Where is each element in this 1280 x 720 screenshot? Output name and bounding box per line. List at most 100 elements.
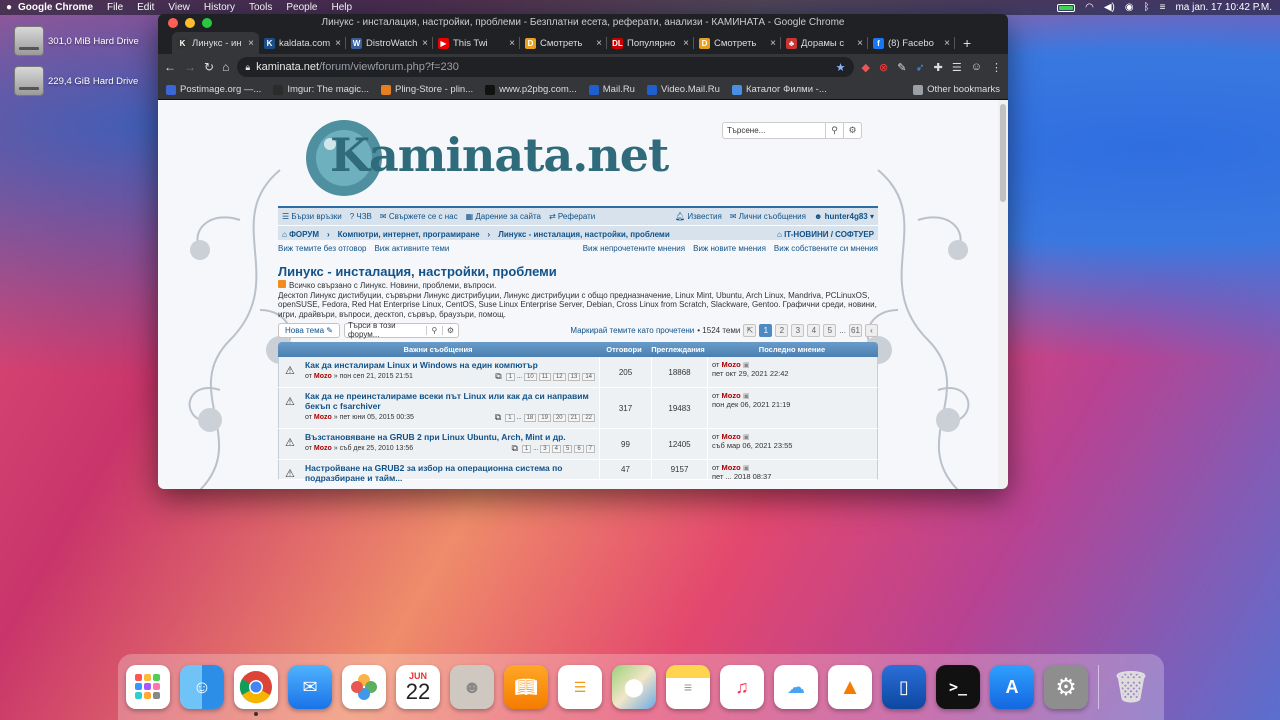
tab-9[interactable]: f (8) Facebo × bbox=[868, 32, 955, 54]
bookmark-5[interactable]: Mail.Ru bbox=[588, 84, 635, 95]
books-icon[interactable]: 📖︎ bbox=[504, 665, 548, 709]
breadcrumb-home[interactable]: ⌂ ФОРУМ bbox=[282, 230, 319, 239]
minimize-window-button[interactable] bbox=[185, 18, 195, 28]
maps-icon[interactable]: ⬤ bbox=[612, 665, 656, 709]
bookmark-1[interactable]: Postimage.org —... bbox=[166, 84, 261, 95]
topic-page-link[interactable]: 18 bbox=[523, 413, 537, 422]
topic-page-link[interactable]: 4 bbox=[551, 444, 561, 453]
donate-link[interactable]: ▦ Дарение за сайта bbox=[466, 212, 541, 221]
last-post-author[interactable]: Mozo bbox=[722, 463, 741, 472]
own-posts-link[interactable]: Виж собствените си мнения bbox=[774, 244, 878, 253]
address-bar[interactable]: 🔒︎ kaminata.net/forum/viewforum.php?f=23… bbox=[237, 57, 854, 77]
contacts-icon[interactable]: ☻ bbox=[450, 665, 494, 709]
tab-5[interactable]: D Смотреть × bbox=[520, 32, 607, 54]
topic-page-link[interactable]: 14 bbox=[582, 372, 595, 381]
last-post-author[interactable]: Mozo bbox=[722, 432, 741, 441]
breadcrumb-category[interactable]: Компютри, интернет, програмиране bbox=[338, 230, 480, 239]
back-icon[interactable]: ← bbox=[164, 60, 176, 74]
new-topic-button[interactable]: Нова тема ✎ bbox=[278, 322, 340, 338]
topic-page-link[interactable]: 13 bbox=[567, 372, 581, 381]
zoom-window-button[interactable] bbox=[202, 18, 212, 28]
last-post-author[interactable]: Mozo bbox=[722, 360, 741, 369]
tab-4[interactable]: ▶ This Twi × bbox=[433, 32, 520, 54]
close-window-button[interactable] bbox=[168, 18, 178, 28]
topic-title[interactable]: Как да не преинсталираме всеки път Linux… bbox=[305, 391, 595, 411]
topic-title[interactable]: Възстановяване на GRUB 2 при Linux Ubunt… bbox=[305, 432, 595, 442]
app-store-icon[interactable]: A bbox=[990, 665, 1034, 709]
tab-6[interactable]: DL Популярно × bbox=[607, 32, 694, 54]
tab-8[interactable]: ♣ Дорамы с × bbox=[781, 32, 868, 54]
jump-to-page-icon[interactable]: ⇱ bbox=[743, 323, 757, 337]
chrome-menu-icon[interactable]: ⋮ bbox=[991, 61, 1002, 74]
icloud-icon[interactable]: ☁ bbox=[774, 665, 818, 709]
other-bookmarks[interactable]: Other bookmarks bbox=[913, 84, 1000, 95]
calendar-icon[interactable]: JUN 22 bbox=[396, 665, 440, 709]
advanced-search-gear-icon[interactable]: ⚙ bbox=[843, 123, 861, 138]
close-tab-icon[interactable]: × bbox=[335, 38, 341, 49]
extensions-puzzle-icon[interactable]: ✚ bbox=[934, 61, 943, 74]
home-icon[interactable]: ⌂ bbox=[222, 60, 229, 74]
user-menu[interactable]: ☻ hunter4g83 ▾ bbox=[814, 212, 874, 221]
extension-icon-3[interactable]: ✎ bbox=[897, 61, 906, 74]
view-latest-icon[interactable]: ▣ bbox=[743, 362, 750, 369]
unanswered-topics-link[interactable]: Виж темите без отговор bbox=[278, 244, 366, 253]
close-tab-icon[interactable]: × bbox=[770, 38, 776, 49]
topic-page-link[interactable]: 1 bbox=[521, 444, 532, 453]
terminal-icon[interactable]: >_ bbox=[936, 665, 980, 709]
vlc-icon[interactable]: ▲ bbox=[828, 665, 872, 709]
page-last[interactable]: 61 bbox=[849, 323, 862, 337]
reading-list-icon[interactable]: ☰ bbox=[952, 61, 962, 74]
menu-help[interactable]: Help bbox=[332, 2, 353, 13]
forward-icon[interactable]: → bbox=[184, 60, 196, 74]
photos-icon[interactable] bbox=[342, 665, 386, 709]
volume-icon[interactable]: ◀) bbox=[1104, 2, 1115, 13]
close-tab-icon[interactable]: × bbox=[422, 38, 428, 49]
close-tab-icon[interactable]: × bbox=[944, 38, 950, 49]
notes-icon[interactable]: ≡ bbox=[666, 665, 710, 709]
page-4[interactable]: 4 bbox=[807, 323, 821, 337]
topic-page-link[interactable]: 12 bbox=[552, 372, 566, 381]
close-tab-icon[interactable]: × bbox=[683, 38, 689, 49]
close-tab-icon[interactable]: × bbox=[857, 38, 863, 49]
page-3[interactable]: 3 bbox=[791, 323, 805, 337]
new-posts-link[interactable]: Виж новите мнения bbox=[693, 244, 766, 253]
clock[interactable]: ma jan. 17 10:42 P.M. bbox=[1175, 2, 1272, 13]
topic-page-link[interactable]: 21 bbox=[567, 413, 581, 422]
breadcrumb-forum[interactable]: Линукс - инсталация, настройки, проблеми bbox=[498, 230, 670, 239]
extension-icon-2[interactable]: ⊗ bbox=[879, 61, 888, 74]
gear-icon[interactable]: ⚙ bbox=[441, 325, 458, 335]
menu-tools[interactable]: Tools bbox=[249, 2, 272, 13]
page-5[interactable]: 5 bbox=[823, 323, 837, 337]
launchpad-icon[interactable] bbox=[126, 665, 170, 709]
last-post-author[interactable]: Mozo bbox=[722, 391, 741, 400]
simulator-icon[interactable]: ▯ bbox=[882, 665, 926, 709]
site-logo[interactable]: Kaminata.net bbox=[330, 128, 669, 182]
reminders-icon[interactable]: ☰ bbox=[558, 665, 602, 709]
music-icon[interactable]: ♫ bbox=[720, 665, 764, 709]
bookmark-4[interactable]: www.p2pbg.com... bbox=[485, 84, 577, 95]
unread-posts-link[interactable]: Виж непрочетените мнения bbox=[583, 244, 685, 253]
extension-icon-1[interactable]: ◆ bbox=[862, 61, 870, 74]
topic-author[interactable]: Mozo bbox=[314, 414, 332, 421]
topic-page-link[interactable]: 10 bbox=[524, 372, 537, 381]
view-latest-icon[interactable]: ▣ bbox=[743, 465, 750, 472]
bookmark-7[interactable]: Каталог Филми -... bbox=[731, 84, 827, 95]
control-center-icon[interactable]: ≡ bbox=[1160, 2, 1166, 13]
topic-page-link[interactable]: 1 bbox=[505, 372, 515, 381]
extension-icon-4[interactable]: ➶ bbox=[915, 61, 924, 74]
topic-page-link[interactable]: 5 bbox=[562, 444, 573, 453]
bluetooth-icon[interactable]: ᛒ bbox=[1144, 2, 1150, 13]
window-titlebar[interactable]: Линукс - инсталация, настройки, проблеми… bbox=[158, 14, 1008, 32]
private-messages-link[interactable]: ✉ Лични съобщения bbox=[730, 212, 806, 221]
site-search-input[interactable]: Търсене... bbox=[723, 126, 825, 135]
site-search[interactable]: Търсене... ⚲ ⚙ bbox=[722, 122, 862, 139]
topic-title[interactable]: Настройване на GRUB2 за избор на операци… bbox=[305, 463, 595, 483]
page-scrollbar[interactable] bbox=[998, 100, 1008, 489]
quick-links[interactable]: ☰ Бързи връзки bbox=[282, 212, 342, 221]
topic-page-link[interactable]: 6 bbox=[574, 444, 584, 453]
active-topics-link[interactable]: Виж активните теми bbox=[374, 244, 449, 253]
profile-avatar[interactable]: ☺ bbox=[971, 61, 982, 74]
bookmark-star-icon[interactable]: ★ bbox=[836, 61, 846, 74]
forum-search[interactable]: Търси в този форум... ⚲ ⚙ bbox=[343, 321, 459, 339]
tab-7[interactable]: D Смотреть × bbox=[694, 32, 781, 54]
